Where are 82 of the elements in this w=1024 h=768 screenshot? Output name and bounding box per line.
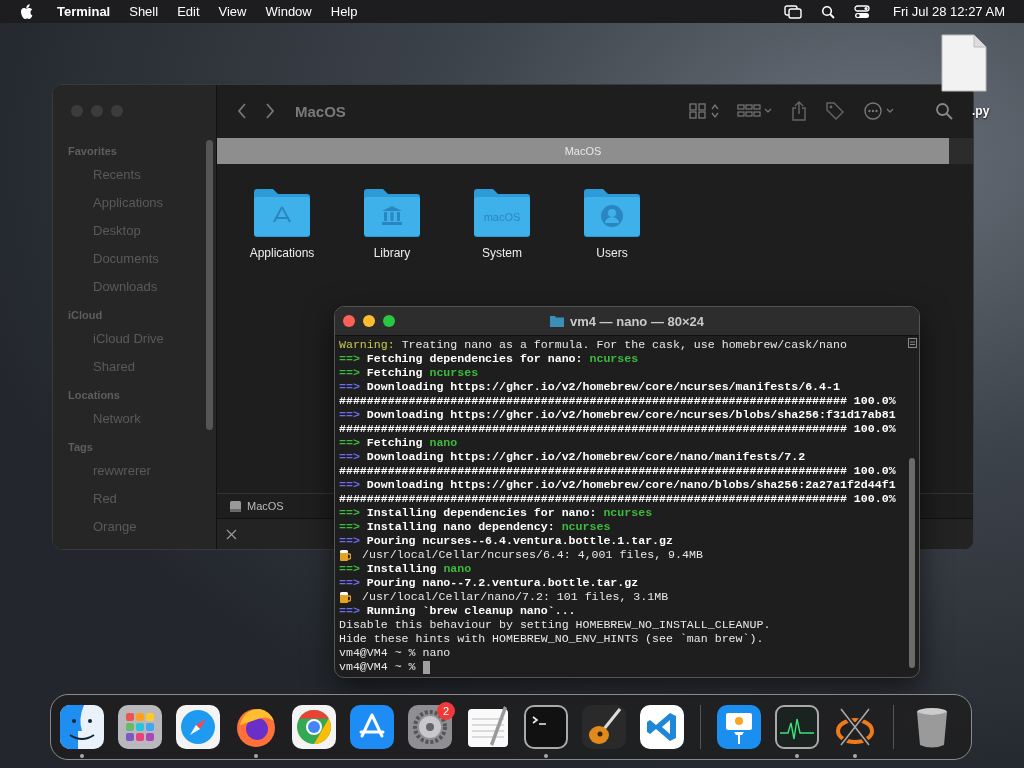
sidebar-heading: Tags — [68, 441, 94, 453]
menu-item[interactable]: Shell — [129, 4, 159, 19]
terminal-line: /usr/local/Cellar/ncurses/6.4: 4,001 files, 9.4MB — [362, 548, 703, 562]
sidebar-heading: iCloud — [68, 309, 104, 321]
text-cursor — [422, 660, 430, 674]
activity-graph-icon[interactable] — [775, 705, 819, 749]
apple-logo-icon[interactable] — [20, 3, 34, 20]
terminal-line: Hide these hints with HOMEBREW_NO_ENV_HINTS (see `man brew`). — [339, 632, 764, 646]
menu-item[interactable]: Edit — [177, 4, 200, 19]
control-center-icon[interactable] — [854, 4, 870, 19]
share-icon[interactable] — [791, 101, 807, 121]
folder-name[interactable]: Applications — [249, 246, 315, 260]
beer-mug-icon — [339, 548, 351, 562]
folder-icon — [550, 315, 564, 327]
terminal-icon[interactable] — [524, 705, 568, 749]
scrollbar[interactable] — [206, 140, 213, 430]
window-title: vm4 — nano — 80×24 — [570, 313, 704, 329]
close-icon[interactable] — [226, 528, 237, 540]
folder-person-icon[interactable] — [582, 186, 642, 238]
menu-app-name[interactable]: Terminal — [57, 4, 111, 19]
terminal-line: ==> Fetching ncurses — [339, 366, 479, 380]
smiling-face-icon[interactable] — [60, 705, 104, 749]
app-grid-icon[interactable] — [118, 705, 162, 749]
terminal-line: ==> Pouring ncurses--6.4.ventura.bottle.1.tar.gz — [339, 534, 673, 548]
group-icon[interactable] — [737, 103, 773, 119]
scrollbar-thumb[interactable] — [909, 458, 915, 668]
folder-name[interactable]: Library — [373, 246, 411, 260]
terminal-line: ==> Downloading https://ghcr.io/v2/homebrew/core/ncurses/blobs/sha256:f31d17ab81 — [339, 408, 896, 422]
more-icon[interactable] — [863, 101, 895, 121]
folder-appstore-icon[interactable] — [252, 186, 312, 238]
path-item[interactable]: MacOS — [247, 500, 284, 512]
terminal-line: ######################################################################### 100.0% — [339, 464, 896, 478]
terminal-line: Warning: Treating nano as a formula. For the cask, use homebrew/cask/nano — [339, 338, 847, 352]
beer-mug-icon — [339, 590, 351, 604]
sidebar-heading: Locations — [68, 389, 121, 401]
terminal-line: ==> Running `brew cleanup nano`... — [339, 604, 576, 618]
compass-icon[interactable] — [176, 705, 220, 749]
grid-view-icon[interactable] — [689, 103, 719, 119]
terminal-line: ######################################################################### 100.0% — [339, 492, 896, 506]
terminal-line: ==> Installing dependencies for nano: ncurses — [339, 506, 653, 520]
code-editor-icon[interactable] — [640, 705, 684, 749]
terminal-line: ==> Downloading https://ghcr.io/v2/homebrew/core/nano/manifests/7.2 — [339, 450, 806, 464]
window-title: MacOS — [295, 102, 346, 120]
windows-icon[interactable] — [784, 4, 802, 19]
terminal-line: ######################################################################### 100.0% — [339, 394, 896, 408]
terminal-line: /usr/local/Cellar/nano/7.2: 101 files, 3.1MB — [362, 590, 669, 604]
menu-item[interactable]: Help — [330, 4, 358, 19]
split-icon[interactable] — [907, 338, 917, 348]
terminal-line: ==> Pouring nano--7.2.ventura.bottle.tar.gz — [339, 576, 639, 590]
guitar-icon[interactable] — [582, 705, 626, 749]
terminal-line: ==> Installing nano — [339, 562, 472, 576]
sidebar-heading: Favorites — [68, 145, 118, 157]
minimize-button[interactable] — [363, 315, 375, 327]
zoom-button[interactable] — [383, 315, 395, 327]
search-icon[interactable] — [821, 4, 835, 19]
notification-badge: 2 — [437, 702, 455, 720]
terminal-line: ==> Installing nano dependency: ncurses — [339, 520, 611, 534]
terminal-line: vm4@VM4 ~ % nano — [339, 646, 451, 660]
terminal-line: ==> Downloading https://ghcr.io/v2/homebrew/core/ncurses/manifests/6.4-1 — [339, 380, 840, 394]
folder-building-icon[interactable] — [362, 186, 422, 238]
app-store-icon[interactable] — [350, 705, 394, 749]
terminal-line: ==> Fetching dependencies for nano: ncurses — [339, 352, 639, 366]
folder-name[interactable]: Users — [596, 246, 628, 260]
back-chevron-icon[interactable] — [237, 103, 247, 119]
terminal-line: ==> Fetching nano — [339, 436, 458, 450]
forward-chevron-icon[interactable] — [265, 103, 275, 119]
document-file-icon[interactable] — [941, 34, 987, 92]
podium-icon[interactable] — [717, 705, 761, 749]
menu-item[interactable]: Window — [265, 4, 312, 19]
file-label[interactable]: .py — [972, 104, 990, 118]
menu-item[interactable]: View — [218, 4, 247, 19]
terminal-line: Disable this behaviour by setting HOMEBREW_NO_INSTALL_CLEANUP. — [339, 618, 771, 632]
tag-icon[interactable] — [825, 101, 845, 121]
folder-name[interactable]: System — [482, 246, 522, 260]
terminal-line: ==> Downloading https://ghcr.io/v2/homebrew/core/nano/blobs/sha256:2a27a1f2d44f1 — [339, 478, 896, 492]
x-ring-icon[interactable] — [833, 705, 877, 749]
terminal-line: vm4@VM4 ~ % — [339, 660, 416, 674]
close-button[interactable] — [343, 315, 355, 327]
terminal-line: ######################################################################### 100.0% — [339, 422, 896, 436]
menu-clock[interactable]: Fri Jul 28 12:27 AM — [893, 4, 1005, 19]
notepad-pencil-icon[interactable] — [466, 705, 510, 749]
gear-icon[interactable] — [408, 705, 452, 749]
